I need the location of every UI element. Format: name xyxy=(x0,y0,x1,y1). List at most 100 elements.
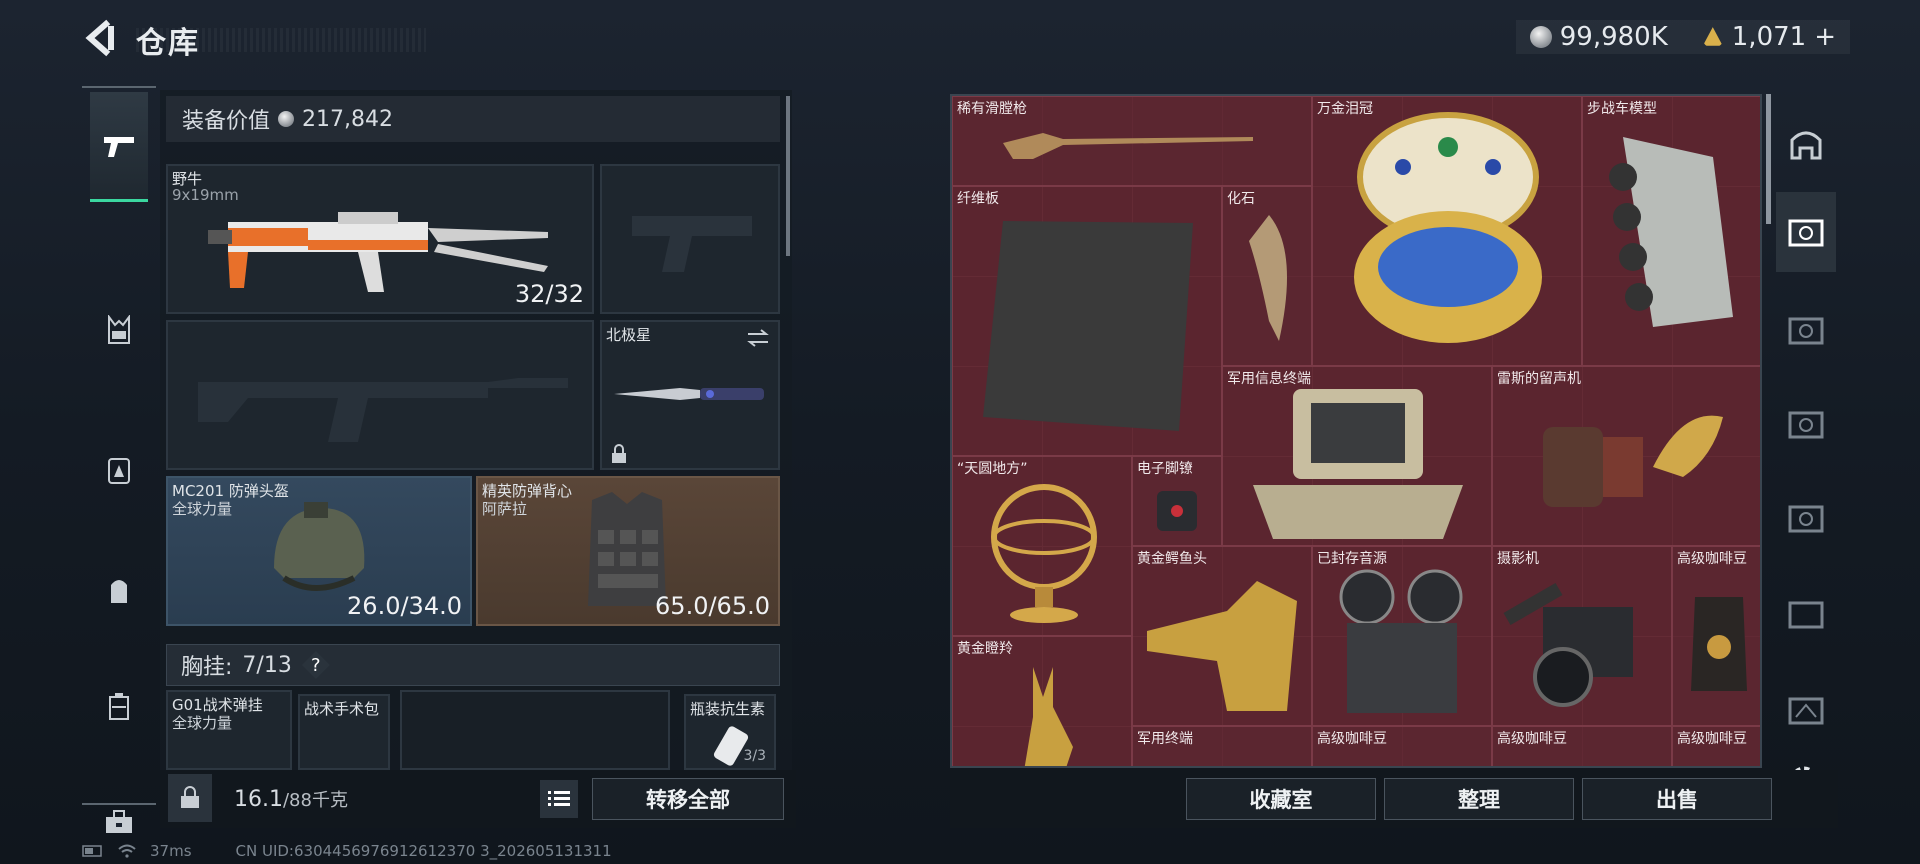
storage-item[interactable]: 高级咖啡豆 xyxy=(1672,546,1760,726)
scrollbar[interactable] xyxy=(1766,94,1771,224)
weight-max: /88千克 xyxy=(282,790,348,811)
musket-image xyxy=(1003,133,1253,159)
storage-item[interactable]: 摄影机 xyxy=(1492,546,1672,726)
box-icon xyxy=(1788,411,1824,439)
melee-slot[interactable]: 北极星 xyxy=(600,320,780,470)
chest-item-maker: 全球力量 xyxy=(172,714,233,732)
sell-button[interactable]: 出售 xyxy=(1582,778,1772,820)
vest-slot[interactable]: 精英防弹背心 阿萨拉 65.0/65.0 xyxy=(476,476,780,626)
tab-box-4c[interactable] xyxy=(1776,574,1836,654)
rifle-slot-empty[interactable] xyxy=(166,320,594,470)
secondary-weapon-slot-empty[interactable] xyxy=(600,164,780,314)
vest-maker: 阿萨拉 xyxy=(482,500,528,518)
tab-box-4b[interactable] xyxy=(1776,384,1836,464)
camera-image xyxy=(1503,582,1633,707)
storage-item[interactable]: 高级咖啡豆 xyxy=(1312,726,1492,766)
nav-backpack[interactable] xyxy=(82,440,156,500)
item-label: “天圆地方” xyxy=(957,461,1028,477)
item-label: 雷斯的留声机 xyxy=(1497,371,1581,387)
coffee-bag-image xyxy=(1691,597,1747,691)
golden-crocodile-head-image xyxy=(1147,581,1297,711)
tab-box-4[interactable] xyxy=(1776,290,1836,370)
box-icon xyxy=(1788,601,1824,629)
scrollbar[interactable] xyxy=(786,96,790,256)
storage-item[interactable]: 稀有滑膛枪 xyxy=(952,96,1312,186)
tab-safe-box[interactable] xyxy=(1776,192,1836,272)
storage-item[interactable]: 黄金瞪羚 xyxy=(952,636,1132,766)
nav-weapons[interactable] xyxy=(90,92,148,202)
tab-storage-home[interactable] xyxy=(1776,104,1836,184)
helmet-slot[interactable]: MC201 防弹头盔 全球力量 26.0/34.0 xyxy=(166,476,472,626)
pistol-placeholder-icon xyxy=(632,216,752,272)
list-view-button[interactable] xyxy=(540,780,578,818)
storage-item[interactable]: “天圆地方” xyxy=(952,456,1132,636)
weight-lock-icon[interactable] xyxy=(168,774,212,822)
reel-tape-recorder-image xyxy=(1339,569,1463,713)
transfer-all-button[interactable]: 转移全部 xyxy=(592,778,784,820)
storage-item[interactable]: 军用终端 xyxy=(1132,726,1312,766)
swap-icon[interactable] xyxy=(746,328,770,348)
gold-coin-icon xyxy=(1702,27,1723,46)
item-label: 高级咖啡豆 xyxy=(1317,731,1387,747)
item-label: 步战车模型 xyxy=(1587,101,1657,117)
primary-weapon-ammo: 32/32 xyxy=(514,280,584,308)
chest-item-2[interactable]: 战术手术包 xyxy=(298,694,390,770)
melee-name: 北极星 xyxy=(606,326,652,344)
storage-item[interactable]: 纤维板 xyxy=(952,186,1222,456)
storage-item[interactable]: 万金泪冠 xyxy=(1312,96,1582,366)
storage-item[interactable]: 步战车模型 xyxy=(1582,96,1760,366)
storage-item[interactable]: 雷斯的留声机 xyxy=(1492,366,1760,546)
ping-text: 37ms xyxy=(150,842,192,860)
chest-rig-bar: 胸挂: 7/13 ? xyxy=(166,644,780,686)
tab-box-3[interactable] xyxy=(1776,478,1836,558)
weight-current: 16.1 xyxy=(234,787,283,812)
nav-bag[interactable] xyxy=(82,560,156,620)
storage-item[interactable]: 军用信息终端 xyxy=(1222,366,1492,546)
chest-empty-slot[interactable] xyxy=(400,690,670,770)
primary-weapon-slot[interactable]: 野牛 9x19mm 32/32 xyxy=(166,164,594,314)
vest-durability: 65.0/65.0 xyxy=(655,592,770,620)
knife-image xyxy=(614,388,764,400)
pistol-icon xyxy=(104,136,134,157)
sort-button[interactable]: 整理 xyxy=(1384,778,1574,820)
equipment-value: 装备价值 217,842 xyxy=(166,96,780,142)
item-label: 高级咖啡豆 xyxy=(1497,731,1567,747)
storage-item[interactable]: 化石 xyxy=(1222,186,1312,366)
tab-box-3b[interactable] xyxy=(1776,670,1836,750)
chest-rig-icon xyxy=(108,315,130,344)
back-icon[interactable] xyxy=(80,18,120,58)
nav-chest-rig[interactable] xyxy=(82,300,156,360)
silver-coin-icon xyxy=(1529,26,1552,48)
storage-grid: 稀有滑膛枪 万金泪冠 步战车模型 纤维板 化石 军用信息终端 雷斯的留声机 “天… xyxy=(950,94,1762,768)
currency-bar: 99,980K 1,071 + xyxy=(1515,20,1850,54)
page-title: 仓库 xyxy=(136,26,200,61)
collection-room-button[interactable]: 收藏室 xyxy=(1186,778,1376,820)
storage-item[interactable]: 电子脚镣 xyxy=(1132,456,1222,546)
chest-item-name: 战术手术包 xyxy=(304,700,380,718)
jeweled-egg-image xyxy=(1354,112,1542,343)
help-icon[interactable]: ? xyxy=(301,651,330,679)
storage-item[interactable]: 高级咖啡豆 xyxy=(1492,726,1672,766)
golden-gazelle-image xyxy=(1024,667,1073,766)
add-currency-button[interactable]: + xyxy=(1814,22,1836,52)
item-label: 化石 xyxy=(1227,191,1255,207)
item-label: 黄金鳄鱼头 xyxy=(1137,551,1207,567)
armor-icon xyxy=(108,458,130,484)
storage-item[interactable]: 黄金鳄鱼头 xyxy=(1132,546,1312,726)
toolbox-icon xyxy=(106,810,132,833)
item-label: 军用终端 xyxy=(1137,731,1193,747)
ankle-monitor-image xyxy=(1157,491,1197,531)
box-icon xyxy=(1788,505,1824,533)
chest-item-count: 3/3 xyxy=(743,748,766,764)
rifle-placeholder-icon xyxy=(198,378,568,442)
chest-item-1[interactable]: G01战术弹挂 全球力量 xyxy=(166,690,292,770)
chest-item-3[interactable]: 瓶装抗生素 3/3 xyxy=(684,694,776,770)
item-label: 高级咖啡豆 xyxy=(1677,731,1747,747)
storage-item[interactable]: 高级咖啡豆 xyxy=(1672,726,1760,766)
storage-item[interactable]: 已封存音源 xyxy=(1312,546,1492,726)
chest-rig-label: 胸挂: xyxy=(181,655,233,680)
helmet-maker: 全球力量 xyxy=(172,500,233,518)
backpack-icon xyxy=(111,580,127,603)
ifv-model-image xyxy=(1609,137,1733,327)
nav-container[interactable] xyxy=(82,676,156,736)
